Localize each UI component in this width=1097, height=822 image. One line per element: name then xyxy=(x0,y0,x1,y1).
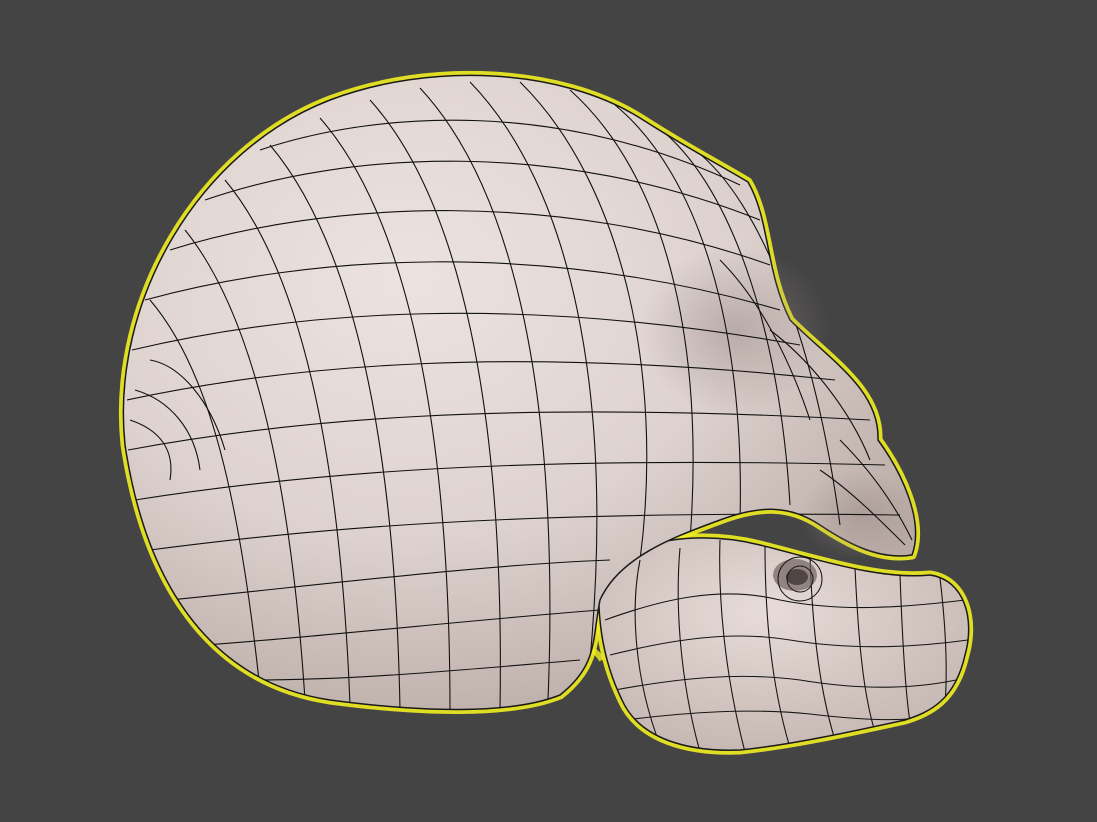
3d-viewport[interactable] xyxy=(0,0,1097,822)
viewport-canvas[interactable] xyxy=(0,0,1097,822)
